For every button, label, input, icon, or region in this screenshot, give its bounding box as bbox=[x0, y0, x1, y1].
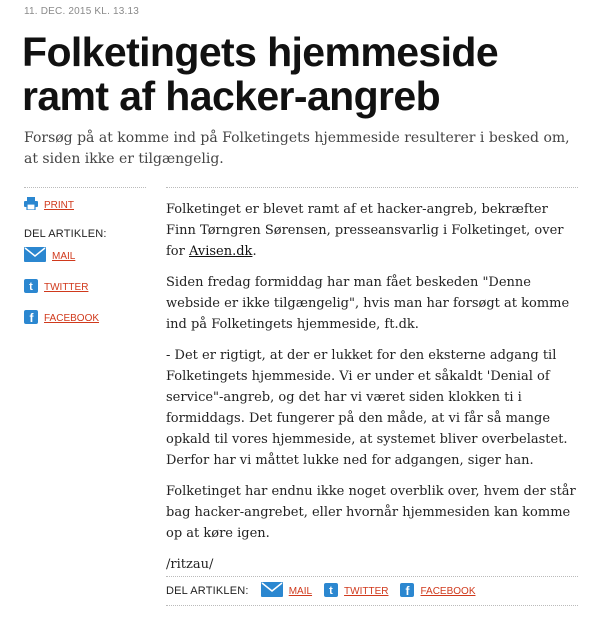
facebook-label: FACEBOOK bbox=[44, 313, 100, 324]
print-link[interactable]: PRINT bbox=[24, 197, 144, 213]
bottom-facebook-share-link[interactable]: f FACEBOOK bbox=[400, 582, 476, 600]
article-body: Folketinget er blevet ramt af et hacker-… bbox=[166, 199, 581, 585]
twitter-share-link[interactable]: t TWITTER bbox=[24, 279, 144, 296]
avisen-link[interactable]: Avisen.dk bbox=[189, 244, 252, 259]
article-dateline: 11. DEC. 2015 KL. 13.13 bbox=[24, 6, 140, 17]
printer-icon bbox=[24, 197, 38, 213]
mail-icon bbox=[260, 582, 283, 600]
bottom-share-bar: DEL ARTIKLEN: MAIL t TWITTER f FACEBOOK bbox=[166, 582, 488, 600]
body-paragraph-4: Folketinget har endnu ikke noget overbli… bbox=[166, 484, 576, 541]
share-heading: DEL ARTIKLEN: bbox=[24, 228, 107, 240]
bottom-share-divider-top bbox=[166, 576, 578, 577]
body-divider-top bbox=[166, 187, 578, 188]
print-label: PRINT bbox=[44, 199, 74, 211]
mail-share-link[interactable]: MAIL bbox=[24, 247, 144, 265]
svg-text:t: t bbox=[29, 281, 33, 293]
article-headline: Folketingets hjemmeside ramt af hacker-a… bbox=[22, 29, 499, 119]
bottom-twitter-share-link[interactable]: t TWITTER bbox=[324, 582, 389, 600]
bottom-mail-label: MAIL bbox=[288, 585, 313, 597]
bottom-share-divider-bottom bbox=[166, 605, 578, 606]
sidebar-divider bbox=[24, 187, 146, 188]
mail-icon bbox=[24, 247, 46, 265]
body-paragraph-2: Siden fredag formiddag har man fået besk… bbox=[166, 275, 570, 332]
twitter-icon: t bbox=[324, 582, 339, 600]
bottom-mail-share-link[interactable]: MAIL bbox=[260, 582, 313, 600]
svg-text:t: t bbox=[329, 585, 333, 597]
bottom-share-heading: DEL ARTIKLEN: bbox=[166, 585, 249, 597]
body-signature: /ritzau/ bbox=[166, 557, 214, 572]
facebook-icon: f bbox=[400, 582, 415, 600]
facebook-icon: f bbox=[24, 310, 38, 327]
bottom-facebook-label: FACEBOOK bbox=[420, 585, 476, 597]
share-sidebar: PRINT DEL ARTIKLEN: MAIL t TWITTER f FAC… bbox=[24, 196, 144, 341]
body-paragraph-1: Folketinget er blevet ramt af et hacker-… bbox=[166, 199, 581, 262]
facebook-share-link[interactable]: f FACEBOOK bbox=[24, 310, 144, 327]
mail-label: MAIL bbox=[52, 250, 76, 262]
twitter-label: TWITTER bbox=[44, 282, 89, 293]
paragraph-1-end: . bbox=[252, 244, 257, 259]
twitter-icon: t bbox=[24, 279, 38, 296]
article-lead: Forsøg på at komme ind på Folketingets h… bbox=[24, 130, 570, 167]
body-paragraph-3: - Det er rigtigt, at der er lukket for d… bbox=[166, 348, 568, 468]
bottom-twitter-label: TWITTER bbox=[344, 585, 389, 597]
